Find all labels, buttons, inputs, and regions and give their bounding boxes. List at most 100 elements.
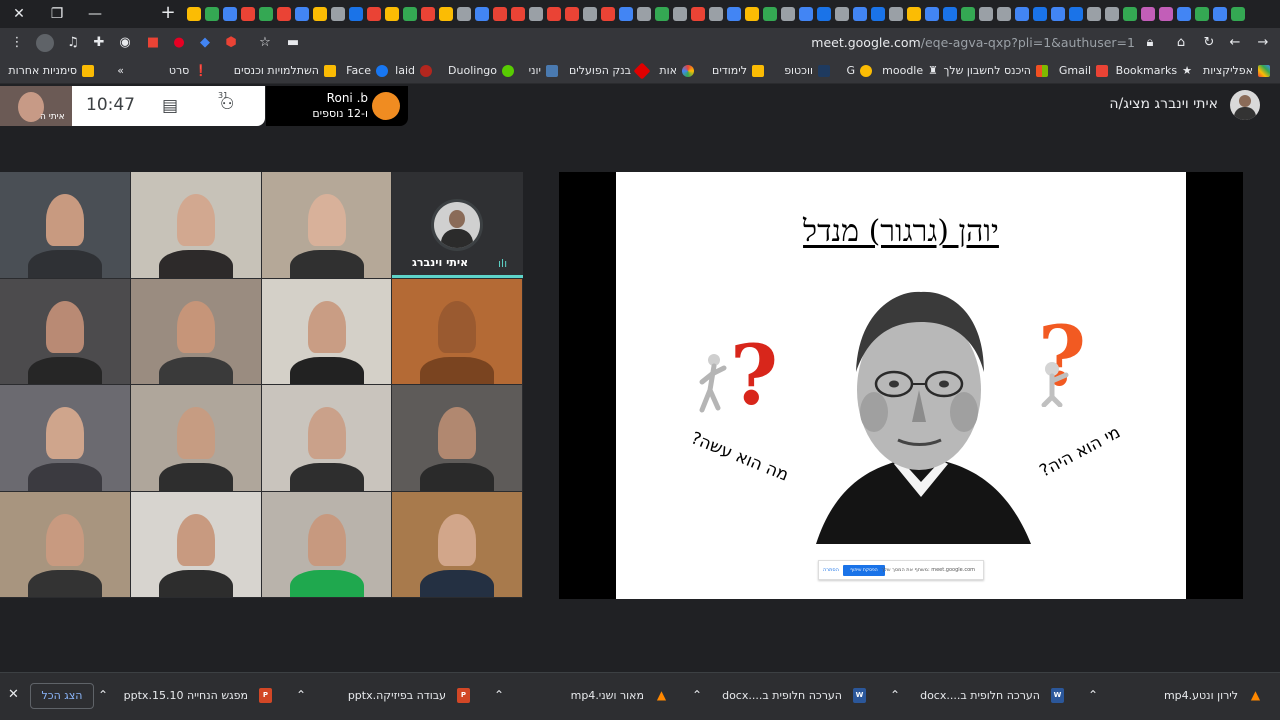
tab-favicon-icon[interactable]: [1177, 7, 1191, 21]
tab-favicon-icon[interactable]: [835, 7, 849, 21]
participant-video-tile[interactable]: [261, 278, 392, 384]
tab-favicon-icon[interactable]: [1087, 7, 1101, 21]
tab-favicon-icon[interactable]: [799, 7, 813, 21]
tab-favicon-icon[interactable]: [385, 7, 399, 21]
self-view-thumbnail[interactable]: איתי ה: [0, 86, 72, 126]
extension-blue-icon[interactable]: ◆: [196, 34, 214, 52]
tab-favicon-icon[interactable]: [817, 7, 831, 21]
bookmark-wakaf[interactable]: ווכטופ: [784, 62, 830, 80]
download-item[interactable]: ⌃ מפגש הנחייה 15.10.pptx P: [90, 673, 284, 720]
stop-sharing-button[interactable]: הפסקת שיתוף: [843, 565, 885, 576]
tab-favicon-icon[interactable]: [1195, 7, 1209, 21]
chat-icon[interactable]: ▤: [162, 96, 178, 116]
download-options-chevron-icon[interactable]: ⌃: [494, 688, 504, 702]
extension-red-icon[interactable]: ■: [144, 34, 162, 52]
media-control-icon[interactable]: ♫: [64, 34, 82, 52]
reload-icon[interactable]: ↻: [1200, 34, 1218, 52]
download-options-chevron-icon[interactable]: ⌃: [98, 688, 108, 702]
minimize-window-button[interactable]: —: [76, 0, 114, 28]
bookmark-seret[interactable]: ❗ סרט: [169, 62, 208, 80]
participant-video-tile[interactable]: [392, 278, 522, 384]
tab-favicon-icon[interactable]: [241, 7, 255, 21]
tab-favicon-icon[interactable]: [907, 7, 921, 21]
presentation-frame[interactable]: יוהן (גרגור) מנדל ? ? מה הוא עשה? מי הוא…: [559, 172, 1243, 599]
show-all-downloads-button[interactable]: הצג הכל: [30, 683, 94, 709]
bookmark-gmail[interactable]: Gmail: [1059, 62, 1108, 80]
tab-favicon-icon[interactable]: [547, 7, 561, 21]
tab-favicon-icon[interactable]: [529, 7, 543, 21]
tab-favicon-icon[interactable]: [925, 7, 939, 21]
tab-favicon-icon[interactable]: [601, 7, 615, 21]
tab-favicon-icon[interactable]: [493, 7, 507, 21]
profile-avatar[interactable]: [36, 34, 54, 52]
close-downloads-bar-icon[interactable]: ✕: [8, 687, 19, 702]
adblock-icon[interactable]: ⬢: [222, 34, 240, 52]
tab-favicon-icon[interactable]: [853, 7, 867, 21]
tab-favicon-icon[interactable]: [943, 7, 957, 21]
tab-favicon-icon[interactable]: [1159, 7, 1173, 21]
tab-favicon-icon[interactable]: [457, 7, 471, 21]
bookmark-duolingo[interactable]: Duolingo: [448, 62, 514, 80]
tab-favicon-icon[interactable]: [583, 7, 597, 21]
tab-favicon-icon[interactable]: [313, 7, 327, 21]
extensions-puzzle-icon[interactable]: ✚: [90, 34, 108, 52]
participant-video-tile[interactable]: [130, 172, 261, 278]
menu-kebab-icon[interactable]: ⋮: [8, 34, 26, 52]
tab-favicon-icon[interactable]: [979, 7, 993, 21]
bookmark-learning[interactable]: לימודים: [712, 62, 764, 80]
back-arrow-icon[interactable]: ←: [1226, 34, 1244, 52]
restore-window-button[interactable]: ❐: [38, 0, 76, 28]
download-options-chevron-icon[interactable]: ⌃: [890, 688, 900, 702]
download-item[interactable]: ⌃ הערכה חלופית ב....docx W: [684, 673, 878, 720]
tab-favicon-icon[interactable]: [331, 7, 345, 21]
download-item[interactable]: ⌃ הערכה חלופית ב....docx W: [882, 673, 1076, 720]
tab-favicon-icon[interactable]: [655, 7, 669, 21]
bookmark-bookmarks[interactable]: ★ Bookmarks: [1116, 62, 1192, 80]
pinterest-icon[interactable]: ●: [170, 34, 188, 52]
participant-video-tile[interactable]: [0, 491, 130, 597]
tab-favicon-icon[interactable]: [1105, 7, 1119, 21]
tab-favicon-icon[interactable]: [475, 7, 489, 21]
lock-icon[interactable]: 🔒︎: [1141, 34, 1159, 52]
address-bar[interactable]: ▬ meet.google.com/eqe-agva-qxp?pli=1&aut…: [280, 31, 1165, 55]
download-options-chevron-icon[interactable]: ⌃: [692, 688, 702, 702]
hide-share-notice-link[interactable]: הסתרה: [823, 567, 839, 573]
tab-favicon-icon[interactable]: [781, 7, 795, 21]
tab-favicon-icon[interactable]: [1051, 7, 1065, 21]
participant-video-tile[interactable]: [0, 278, 130, 384]
url-text[interactable]: meet.google.com/eqe-agva-qxp?pli=1&authu…: [811, 35, 1135, 50]
participant-video-tile[interactable]: [0, 385, 130, 491]
tab-favicon-icon[interactable]: [745, 7, 759, 21]
bookmark-apps[interactable]: אפליקציות: [1203, 62, 1270, 80]
bookmark-courses[interactable]: השתלמויות וכנסים: [234, 62, 336, 80]
tab-favicon-icon[interactable]: [367, 7, 381, 21]
tab-favicon-icon[interactable]: [709, 7, 723, 21]
participant-video-tile[interactable]: [392, 385, 522, 491]
tab-favicon-icon[interactable]: [1123, 7, 1137, 21]
download-item[interactable]: ⌃ לירון ונטע.mp4 ▲: [1080, 673, 1274, 720]
download-item[interactable]: ⌃ מאור ושני.mp4 ▲: [486, 673, 680, 720]
tab-favicon-icon[interactable]: [619, 7, 633, 21]
tab-favicon-icon[interactable]: [673, 7, 687, 21]
people-icon[interactable]: ⚇: [220, 94, 234, 113]
active-speaker-tile[interactable]: איתי וינברג ılı: [392, 172, 523, 278]
tab-favicon-icon[interactable]: [277, 7, 291, 21]
participant-video-tile[interactable]: [261, 385, 392, 491]
participant-video-tile[interactable]: [130, 491, 261, 597]
participant-video-tile[interactable]: [261, 491, 392, 597]
bookmark-bank-hapoalim[interactable]: בנק הפועלים: [569, 62, 651, 80]
bookmark-face[interactable]: Face: [346, 62, 388, 80]
install-app-icon[interactable]: ▬: [284, 34, 302, 52]
tab-favicon-icon[interactable]: [421, 7, 435, 21]
bookmark-g[interactable]: G: [846, 62, 872, 80]
tab-favicon-icon[interactable]: [637, 7, 651, 21]
tab-favicon-icon[interactable]: [1015, 7, 1029, 21]
bookmark-star-icon[interactable]: ☆: [256, 34, 274, 52]
tab-favicon-icon[interactable]: [1141, 7, 1155, 21]
download-options-chevron-icon[interactable]: ⌃: [296, 688, 306, 702]
bookmark-ot[interactable]: אות: [659, 62, 694, 80]
tab-favicon-icon[interactable]: [727, 7, 741, 21]
bookmark-bank-login[interactable]: היכנס לחשבון שלך: [943, 62, 1048, 80]
tab-favicon-icon[interactable]: [565, 7, 579, 21]
bookmark-laid[interactable]: laid: [395, 62, 432, 80]
